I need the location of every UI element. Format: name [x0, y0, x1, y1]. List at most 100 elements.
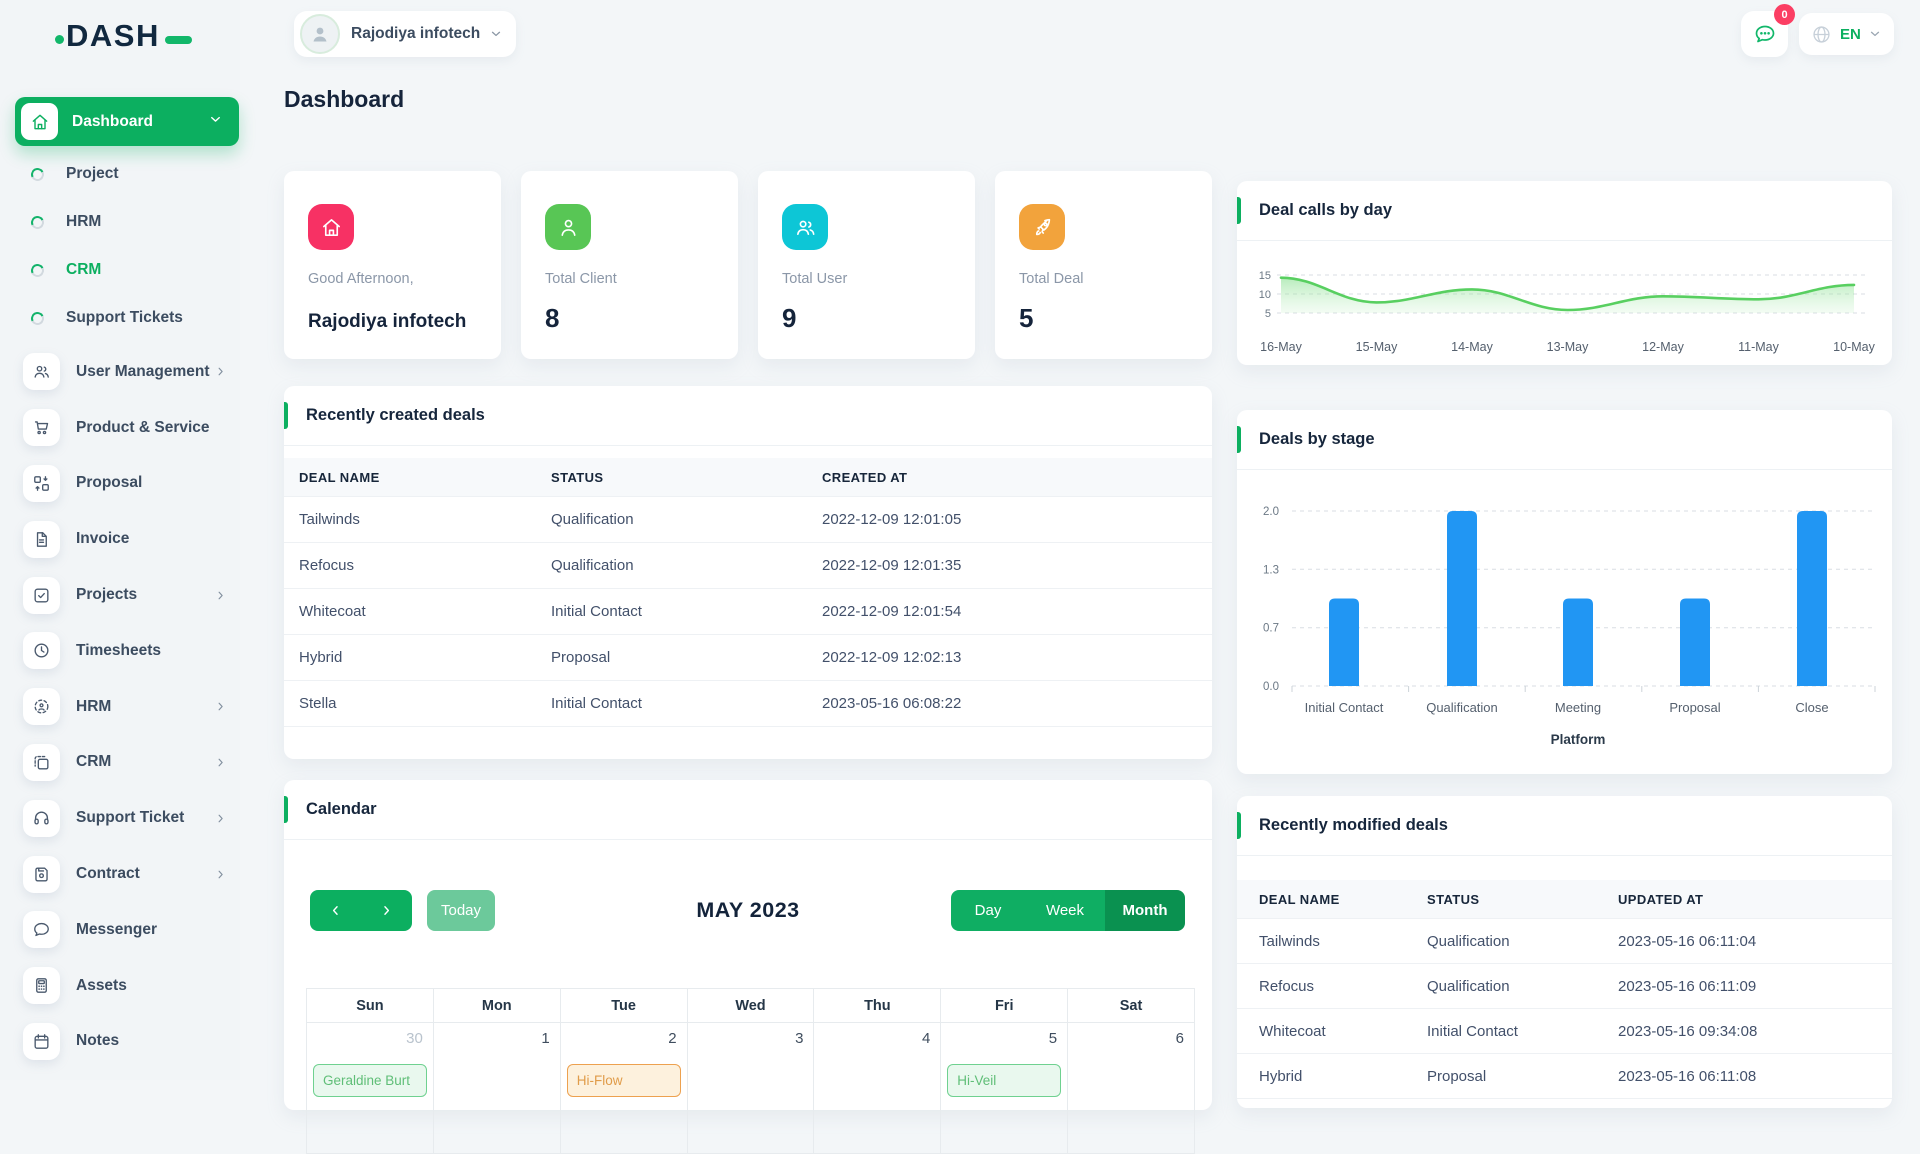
sidebar-item-label: User Management	[76, 362, 210, 380]
sidebar-item-crm[interactable]: CRM	[0, 246, 240, 294]
sidebar-item-hrm[interactable]: HRM	[0, 198, 240, 246]
svg-text:Meeting: Meeting	[1555, 700, 1601, 715]
sidebar-item-proposal[interactable]: Proposal	[0, 456, 240, 512]
card-header: Calendar	[284, 780, 1212, 840]
stat-card-value: 9	[782, 303, 797, 333]
column-header: DEAL NAME	[299, 469, 380, 485]
column-header: UPDATED AT	[1618, 891, 1704, 907]
sidebar-item-label: Support Tickets	[66, 309, 183, 326]
table-cell: Proposal	[551, 649, 611, 666]
sidebar-item-contract[interactable]: Contract	[0, 846, 240, 902]
table-cell: Hybrid	[1259, 1067, 1303, 1085]
stat-card-value: 5	[1019, 303, 1034, 333]
column-header: DEAL NAME	[1259, 891, 1340, 907]
sidebar-item-messenger[interactable]: Messenger	[0, 902, 240, 958]
chevron-down-icon	[489, 27, 503, 41]
sidebar-item-user-management[interactable]: User Management	[0, 344, 240, 400]
clock-icon	[23, 632, 60, 670]
sidebar-item-project[interactable]: Project	[0, 150, 240, 198]
app-logo[interactable]: DASH	[55, 18, 192, 54]
svg-text:Platform: Platform	[1551, 732, 1606, 747]
sidebar-item-support-tickets[interactable]: Support Tickets	[0, 294, 240, 342]
calendar-day-header: Thu	[814, 989, 942, 1023]
table-cell: Whitecoat	[1259, 1022, 1326, 1040]
table-cell: 2023-05-16 06:11:08	[1618, 1067, 1757, 1085]
calendar-day-header: Wed	[687, 989, 815, 1023]
messages-button[interactable]: 0	[1741, 4, 1795, 57]
sidebar-item-projects[interactable]: Projects	[0, 567, 240, 623]
chat-icon	[23, 911, 60, 949]
card-header: Recently modified deals	[1237, 796, 1892, 856]
svg-text:11-May: 11-May	[1738, 340, 1780, 354]
svg-text:12-May: 12-May	[1642, 340, 1684, 354]
calendar-card: Calendar Today MAY 2023 Day Week Month Sun…	[284, 780, 1212, 1154]
table-row: Hybrid Proposal 2023-05-16 06:11:08	[1237, 1054, 1892, 1099]
calendar-day-cell[interactable]: 3	[687, 1023, 815, 1154]
logo-dot	[55, 34, 64, 44]
sidebar-item-timesheets[interactable]: Timesheets	[0, 623, 240, 679]
sidebar-item-label: Assets	[76, 976, 127, 994]
sidebar-item-notes[interactable]: Notes	[0, 1014, 240, 1070]
table-row: Hybrid Proposal 2022-12-09 12:02:13	[284, 635, 1212, 681]
calendar-day-header: Fri	[941, 989, 1069, 1023]
language-selector[interactable]: EN	[1799, 13, 1894, 55]
calendar-grid: Sun Mon Tue Wed Thu Fri Sat 30 Geraldine Burt 1 2 H…	[306, 988, 1195, 1154]
calendar-day-cell[interactable]: 6	[1068, 1023, 1195, 1154]
calendar-day-cell[interactable]: 30 Geraldine Burt	[307, 1023, 434, 1154]
sidebar-item-support-ticket[interactable]: Support Ticket	[0, 790, 240, 846]
sidebar-item-label: Support Ticket	[76, 809, 185, 827]
calendar-view-day[interactable]: Day	[951, 890, 1025, 931]
sidebar-item-dashboard[interactable]: Dashboard	[15, 97, 239, 146]
calendar-event[interactable]: Hi-Flow	[566, 1064, 681, 1097]
calendar-date-number: 1	[541, 1030, 550, 1047]
invoice-icon	[23, 520, 60, 558]
bullet-icon	[29, 309, 46, 327]
calendar-day-cell[interactable]: 2 Hi-Flow	[560, 1023, 688, 1154]
calendar-day-header: Mon	[433, 989, 561, 1023]
user-icon	[545, 204, 591, 250]
table-cell: Refocus	[1259, 977, 1315, 995]
workflow-icon	[23, 464, 60, 502]
table-cell: Qualification	[1427, 932, 1510, 950]
calendar-day-header: Sat	[1068, 989, 1195, 1023]
company-name: Rajodiya infotech	[351, 25, 481, 42]
calendar-day-cell[interactable]: 4	[814, 1023, 942, 1154]
table-cell: Tailwinds	[1259, 932, 1320, 950]
calendar-view-month[interactable]: Month	[1105, 890, 1185, 931]
home-icon	[308, 204, 354, 250]
table-cell: Whitecoat	[299, 603, 366, 620]
calculator-icon	[23, 967, 60, 1005]
column-header: STATUS	[551, 469, 604, 485]
recently-created-deals-table: DEAL NAME STATUS CREATED AT Tailwinds Qualif…	[284, 458, 1212, 727]
sidebar-item-label: Project	[66, 165, 119, 182]
stat-card-value: Rajodiya infotech	[308, 311, 467, 332]
deals-by-stage-card: Deals by stage 0.0 0.7 1.3 2.0 Initial Conta…	[1237, 410, 1892, 774]
globe-icon	[1811, 24, 1832, 45]
sidebar-item-hrm[interactable]: HRM	[0, 679, 240, 735]
chevron-right-icon	[214, 868, 227, 881]
calendar-view-week[interactable]: Week	[1025, 890, 1105, 931]
calendar-event[interactable]: Geraldine Burt	[313, 1064, 427, 1097]
table-row: Whitecoat Initial Contact 2023-05-16 09:34…	[1237, 1009, 1892, 1054]
svg-text:15: 15	[1259, 270, 1271, 282]
svg-text:Initial Contact: Initial Contact	[1305, 700, 1384, 715]
chevron-right-icon	[214, 812, 227, 825]
sidebar-item-crm[interactable]: CRM	[0, 735, 240, 791]
sidebar-item-invoice[interactable]: Invoice	[0, 511, 240, 567]
bullet-icon	[29, 261, 46, 279]
calendar-day-cell[interactable]: 5 Hi-Veil	[941, 1023, 1069, 1154]
home-icon	[21, 103, 58, 140]
svg-text:13-May: 13-May	[1547, 340, 1589, 354]
calendar-event[interactable]: Hi-Veil	[947, 1064, 1062, 1097]
calendar-day-cell[interactable]: 1	[433, 1023, 561, 1154]
sidebar-item-product-service[interactable]: Product & Service	[0, 400, 240, 456]
deal-calls-by-day-card: Deal calls by day 5 10 15 16-May 15-May 14-M…	[1237, 181, 1892, 365]
bullet-icon	[29, 213, 46, 231]
column-header: CREATED AT	[822, 469, 908, 485]
company-selector[interactable]: Rajodiya infotech	[294, 11, 517, 57]
stat-card-label: Total User	[782, 271, 848, 287]
sidebar-item-assets[interactable]: Assets	[0, 958, 240, 1014]
recently-created-deals-card: Recently created deals DEAL NAME STATUS CR…	[284, 386, 1212, 759]
sidebar-item-label: Messenger	[76, 920, 157, 938]
calendar-day-header: Sun	[307, 989, 434, 1023]
